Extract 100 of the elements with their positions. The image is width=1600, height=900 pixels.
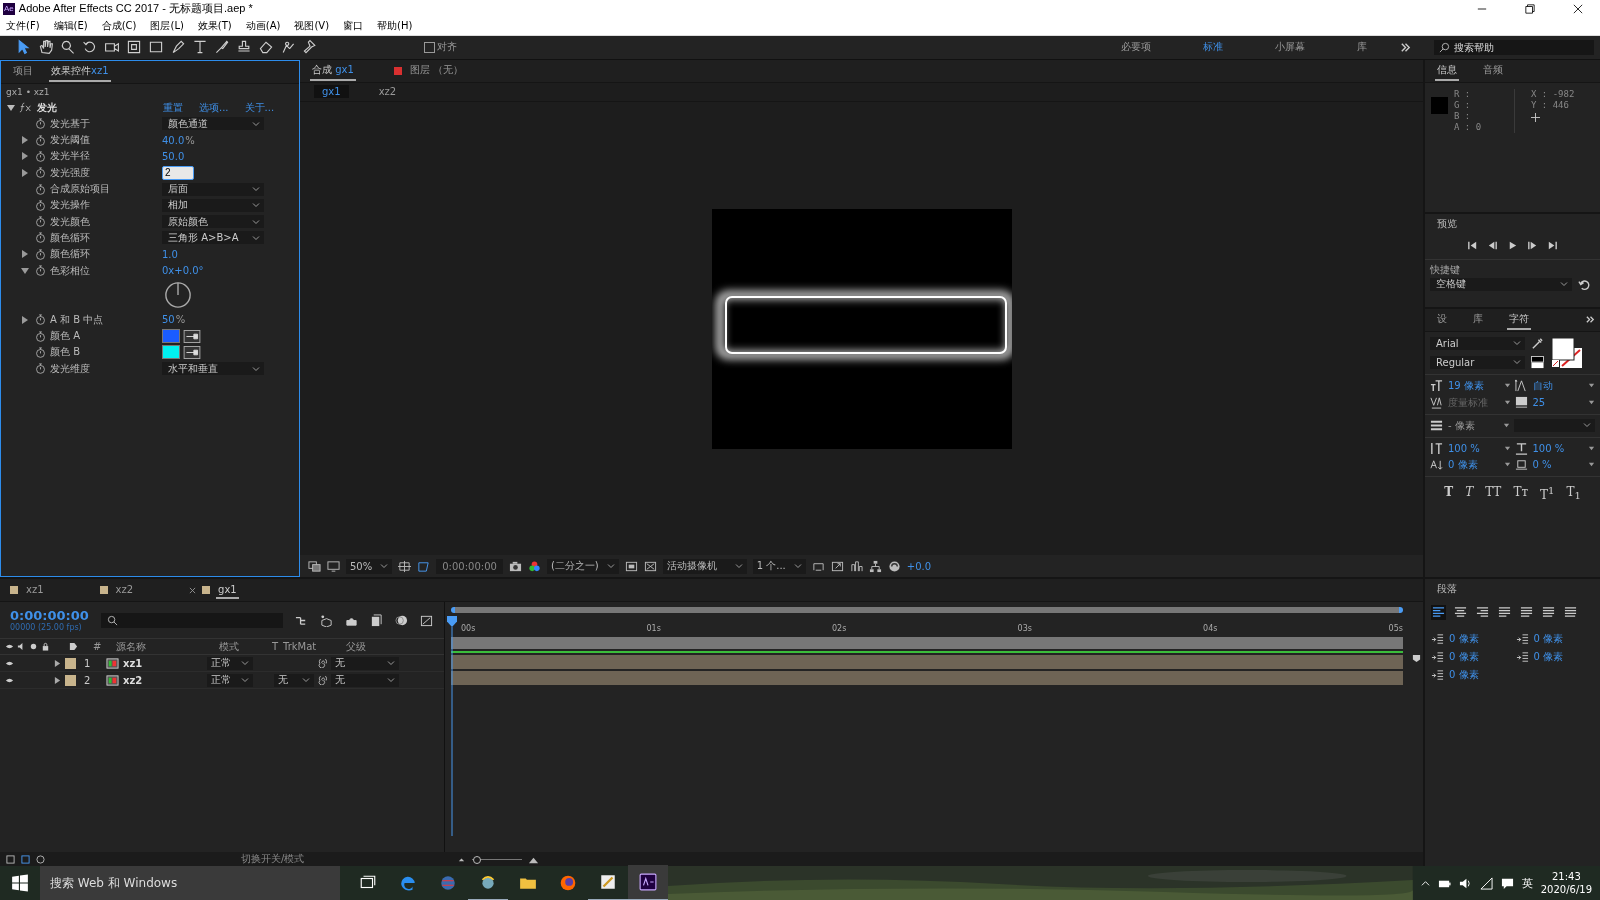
shortcut-dropdown[interactable]: 空格键	[1430, 277, 1572, 291]
camera-icon[interactable]	[508, 559, 522, 573]
close-icon[interactable]	[1573, 3, 1583, 14]
leading-value[interactable]: 自动	[1532, 378, 1553, 393]
indent-value[interactable]: 0 像素	[1449, 668, 1479, 683]
zoom-dropdown[interactable]: 50%	[346, 558, 393, 574]
stopwatch-icon[interactable]	[35, 150, 46, 162]
exposure-icon[interactable]	[887, 559, 901, 573]
panel-tab[interactable]: 字符	[1507, 309, 1531, 330]
time-navigator[interactable]	[451, 607, 1403, 614]
comp-nav-item[interactable]: xz2	[370, 85, 405, 99]
first-frame-icon[interactable]	[1467, 239, 1478, 251]
twirl-icon[interactable]	[21, 152, 29, 161]
stroke-width-value[interactable]: - 像素	[1448, 418, 1475, 433]
text-style-button[interactable]: T$_{1}$	[1566, 484, 1581, 502]
after-effects-icon[interactable]	[628, 865, 668, 900]
timeline-tab[interactable]: xz1	[24, 581, 46, 599]
stopwatch-icon[interactable]	[35, 314, 46, 326]
layer-search-field[interactable]	[100, 612, 283, 628]
timeline-tab[interactable]: gx1	[216, 581, 239, 599]
stopwatch-icon[interactable]	[35, 363, 46, 375]
text-style-button[interactable]: T	[1444, 484, 1454, 502]
vertical-scale-value[interactable]: 100 %	[1448, 442, 1480, 454]
stopwatch-icon[interactable]	[35, 232, 46, 244]
stopwatch-icon[interactable]	[35, 199, 46, 211]
dropdown[interactable]: 水平和垂直	[162, 362, 264, 376]
font-style-dropdown[interactable]: Regular	[1430, 355, 1525, 369]
menu-item[interactable]: 编辑(E)	[53, 19, 88, 34]
last-frame-icon[interactable]	[1547, 239, 1558, 251]
baseline-shift-value[interactable]: 0 像素	[1448, 457, 1478, 472]
panel-tab[interactable]: 项目	[11, 61, 35, 82]
tool-icon[interactable]	[126, 39, 142, 56]
param-value[interactable]: 50	[162, 314, 175, 326]
param-value[interactable]: 0x+0.0°	[162, 265, 204, 277]
panel-tab[interactable]: 信息	[1435, 60, 1459, 81]
column-header[interactable]: 父级	[346, 639, 366, 654]
export-icon[interactable]	[830, 559, 844, 573]
text-style-button[interactable]: T	[1465, 484, 1474, 502]
stopwatch-icon[interactable]	[35, 248, 46, 260]
mode-dropdown[interactable]: 正常	[207, 656, 253, 670]
tool-icon[interactable]	[16, 39, 32, 56]
reset-icon[interactable]	[1578, 277, 1591, 291]
comp-marker-icon[interactable]	[1411, 654, 1421, 664]
tool-icon[interactable]	[170, 39, 186, 56]
grid-icon[interactable]	[398, 559, 412, 573]
menu-item[interactable]: 合成(C)	[101, 19, 137, 34]
text-style-button[interactable]: Tт	[1513, 484, 1529, 502]
indent-value[interactable]: 0 像素	[1533, 650, 1564, 665]
color-swatch[interactable]	[162, 345, 180, 360]
twirl-icon[interactable]	[54, 676, 61, 684]
camera-dropdown[interactable]: 活动摄像机	[662, 558, 747, 574]
stopwatch-icon[interactable]	[35, 216, 46, 228]
param-value[interactable]: 1.0	[162, 248, 178, 260]
stopwatch-icon[interactable]	[35, 118, 46, 130]
column-header[interactable]: 源名称	[116, 639, 216, 654]
tool-icon[interactable]	[214, 39, 230, 56]
layer-switches-icon[interactable]	[6, 854, 15, 864]
indent-value[interactable]: 0 像素	[1449, 650, 1479, 665]
column-header[interactable]: T	[272, 641, 280, 653]
dropdown[interactable]: 后面	[162, 182, 264, 196]
timeline-tab[interactable]: xz2	[113, 581, 136, 599]
workspace-tab[interactable]: 必要项	[1121, 40, 1151, 55]
param-value[interactable]: 50.0	[162, 150, 185, 162]
menu-item[interactable]: 视图(V)	[294, 19, 330, 34]
taskbar-search-field[interactable]: 搜索 Web 和 Windows	[40, 866, 340, 900]
workspace-tab[interactable]: 库	[1357, 40, 1367, 55]
transparency-grid-icon[interactable]	[643, 559, 657, 573]
frame-blend-icon[interactable]	[369, 613, 383, 627]
workspace-tab[interactable]: 小屏幕	[1275, 40, 1305, 55]
dropdown-arrow-icon[interactable]	[1503, 422, 1510, 430]
stopwatch-icon[interactable]	[35, 167, 46, 179]
menu-item[interactable]: 窗口	[343, 19, 364, 34]
angle-dial[interactable]	[164, 281, 192, 310]
dropdown-arrow-icon[interactable]	[1503, 399, 1511, 407]
cube-icon[interactable]	[319, 613, 333, 627]
fx-icon[interactable]	[19, 102, 33, 114]
column-header[interactable]: TrkMat	[283, 641, 343, 653]
tsume-value[interactable]: 0 %	[1532, 459, 1552, 471]
monitor-icon[interactable]	[327, 559, 340, 573]
text-style-button[interactable]: TT	[1485, 484, 1502, 502]
parent-dropdown[interactable]: 无	[331, 656, 399, 670]
label-color[interactable]	[65, 657, 76, 669]
effect-link[interactable]: 重置	[163, 100, 183, 115]
timeline-icon[interactable]	[849, 559, 863, 573]
motion-blur-icon[interactable]	[394, 613, 408, 627]
dropdown-arrow-icon[interactable]	[1503, 461, 1511, 469]
font-dropdown[interactable]: Arial	[1430, 336, 1525, 350]
menu-item[interactable]: 动画(A)	[245, 19, 281, 34]
dropdown-arrow-icon[interactable]	[1588, 461, 1595, 469]
column-header[interactable]: #	[93, 641, 113, 653]
graph-editor-icon[interactable]	[419, 613, 433, 627]
align-icon[interactable]	[1431, 605, 1446, 621]
restore-icon[interactable]	[1525, 3, 1535, 14]
comp-nav-item[interactable]: gx1	[314, 85, 349, 99]
panel-tab[interactable]: 设	[1435, 309, 1449, 330]
tool-icon[interactable]	[280, 39, 296, 56]
mask-icon[interactable]	[417, 559, 431, 573]
twirl-icon[interactable]	[21, 315, 29, 324]
dropdown-arrow-icon[interactable]	[1503, 444, 1511, 452]
workspace-tab[interactable]: 标准	[1203, 40, 1223, 55]
